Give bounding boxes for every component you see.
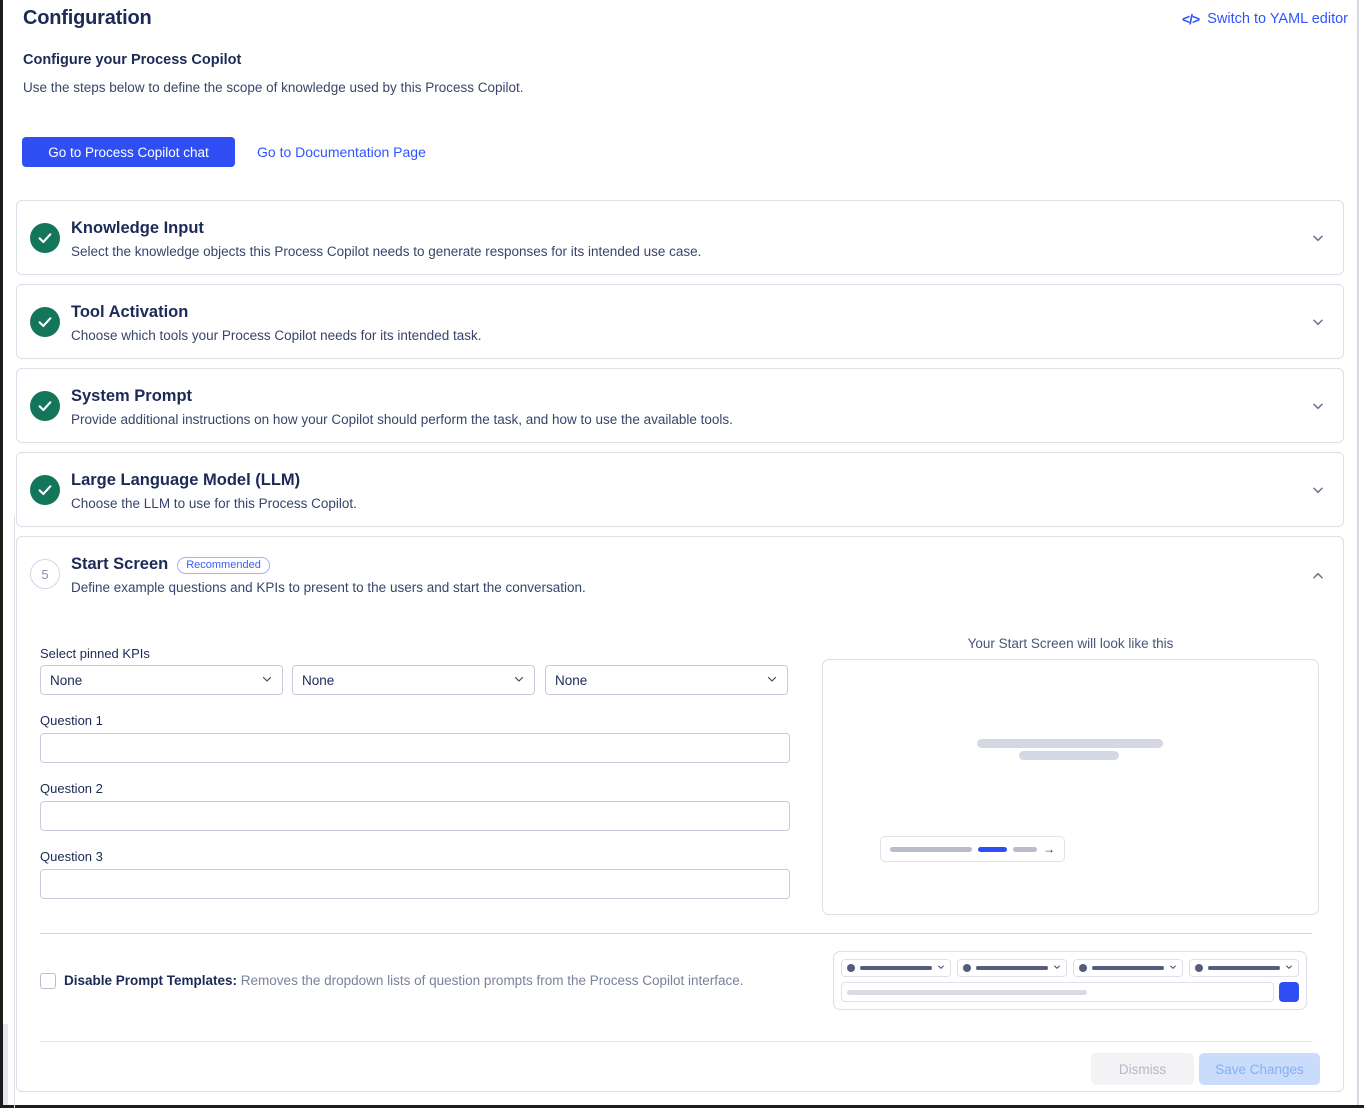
- skeleton-message-input: [841, 982, 1274, 1002]
- kpi-select-2[interactable]: None: [292, 665, 535, 695]
- skeleton-bar: [860, 966, 932, 970]
- skeleton-dropdown-2: [957, 959, 1067, 977]
- scrollbar-track[interactable]: [3, 1024, 8, 1108]
- step-status-complete-icon: [30, 475, 60, 505]
- skeleton-dot-icon: [963, 964, 971, 972]
- start-screen-preview: →: [822, 659, 1319, 915]
- skeleton-dropdown-3: [1073, 959, 1183, 977]
- kpi-select-3-value: None: [555, 672, 588, 688]
- skeleton-prompt-bar-highlight: [977, 846, 1008, 852]
- switch-to-yaml-editor-label: Switch to YAML editor: [1207, 11, 1348, 27]
- skeleton-prompt-bar-2: [1013, 846, 1037, 852]
- section-divider: [40, 933, 1312, 934]
- step-status-complete-icon: [30, 223, 60, 253]
- chevron-down-icon[interactable]: [1311, 231, 1325, 245]
- skeleton-title-bar: [977, 739, 1163, 748]
- step-title: Large Language Model (LLM): [71, 471, 301, 489]
- step-title: Start Screen Recommended: [71, 555, 270, 574]
- switch-to-yaml-editor-link[interactable]: </> Switch to YAML editor: [1182, 11, 1348, 27]
- step-number-badge: 5: [30, 559, 60, 589]
- skeleton-dot-icon: [1079, 964, 1087, 972]
- dismiss-button[interactable]: Dismiss: [1091, 1053, 1194, 1085]
- chevron-down-icon[interactable]: [1311, 399, 1325, 413]
- disable-prompt-templates-label: Disable Prompt Templates: Removes the dr…: [64, 973, 744, 988]
- code-brackets-icon: </>: [1181, 11, 1200, 27]
- kpi-select-2-value: None: [302, 672, 335, 688]
- go-to-documentation-page-link[interactable]: Go to Documentation Page: [257, 144, 426, 160]
- skeleton-dropdown-4: [1189, 959, 1299, 977]
- step-card-large-language-model[interactable]: Large Language Model (LLM) Choose the LL…: [16, 452, 1344, 527]
- recommended-badge: Recommended: [177, 557, 270, 574]
- chevron-down-icon: [513, 673, 525, 688]
- question-1-label: Question 1: [40, 713, 103, 728]
- prompt-templates-preview: [833, 951, 1307, 1010]
- save-changes-button[interactable]: Save Changes: [1199, 1053, 1320, 1085]
- skeleton-dropdown-1: [841, 959, 951, 977]
- intro-heading: Configure your Process Copilot: [23, 52, 242, 68]
- skeleton-subtitle-bar: [1019, 751, 1119, 760]
- skeleton-bar: [1208, 966, 1280, 970]
- skeleton-bar: [847, 989, 1087, 995]
- select-pinned-kpis-label: Select pinned KPIs: [40, 646, 150, 661]
- step-title: Tool Activation: [71, 303, 189, 321]
- prompt-templates-input-row: [841, 982, 1299, 1002]
- question-1-input[interactable]: [40, 733, 790, 763]
- page-title: Configuration: [23, 7, 152, 29]
- kpi-select-1-value: None: [50, 672, 83, 688]
- step-description: Choose which tools your Process Copilot …: [71, 328, 482, 343]
- step-title-label: Start Screen: [71, 555, 169, 573]
- chevron-down-icon: [1169, 963, 1177, 973]
- chevron-down-icon: [937, 963, 945, 973]
- chevron-down-icon: [1053, 963, 1061, 973]
- question-2-label: Question 2: [40, 781, 103, 796]
- kpi-select-3[interactable]: None: [545, 665, 788, 695]
- intro-description: Use the steps below to define the scope …: [23, 80, 524, 95]
- disable-prompt-templates-label-bold: Disable Prompt Templates:: [64, 973, 238, 988]
- step-card-knowledge-input[interactable]: Knowledge Input Select the knowledge obj…: [16, 200, 1344, 275]
- start-screen-preview-caption: Your Start Screen will look like this: [967, 636, 1174, 651]
- configuration-page: Configuration </> Switch to YAML editor …: [0, 0, 1364, 1108]
- skeleton-dot-icon: [1195, 964, 1203, 972]
- send-button-icon: [1279, 982, 1299, 1002]
- footer-divider: [40, 1041, 1312, 1042]
- chevron-down-icon: [1285, 963, 1293, 973]
- section-rail: [14, 516, 15, 1108]
- chevron-down-icon: [261, 673, 273, 688]
- disable-prompt-templates-checkbox[interactable]: [40, 973, 56, 989]
- question-3-input[interactable]: [40, 869, 790, 899]
- skeleton-bar: [1092, 966, 1164, 970]
- kpi-select-1[interactable]: None: [40, 665, 283, 695]
- chevron-up-icon[interactable]: [1311, 569, 1325, 583]
- arrow-right-icon: →: [1043, 842, 1055, 856]
- step-status-complete-icon: [30, 391, 60, 421]
- question-2-input[interactable]: [40, 801, 790, 831]
- go-to-process-copilot-chat-button[interactable]: Go to Process Copilot chat: [22, 137, 235, 167]
- chevron-down-icon[interactable]: [1311, 483, 1325, 497]
- chevron-down-icon: [766, 673, 778, 688]
- prompt-templates-dropdown-row: [841, 959, 1299, 977]
- window-right-edge: [1357, 0, 1359, 1108]
- step-title: System Prompt: [71, 387, 193, 405]
- preview-prompt-input: →: [880, 836, 1065, 862]
- step-status-complete-icon: [30, 307, 60, 337]
- step-description: Define example questions and KPIs to pre…: [71, 580, 586, 595]
- step-description: Provide additional instructions on how y…: [71, 412, 733, 427]
- skeleton-prompt-bar-1: [890, 846, 972, 852]
- chevron-down-icon[interactable]: [1311, 315, 1325, 329]
- step-title: Knowledge Input: [71, 219, 204, 237]
- disable-prompt-templates-label-rest: Removes the dropdown lists of question p…: [237, 973, 744, 988]
- step-card-tool-activation[interactable]: Tool Activation Choose which tools your …: [16, 284, 1344, 359]
- window-left-edge: [0, 0, 3, 1108]
- step-description: Select the knowledge objects this Proces…: [71, 244, 702, 259]
- step-description: Choose the LLM to use for this Process C…: [71, 496, 357, 511]
- step-card-system-prompt[interactable]: System Prompt Provide additional instruc…: [16, 368, 1344, 443]
- skeleton-dot-icon: [847, 964, 855, 972]
- skeleton-bar: [976, 966, 1048, 970]
- question-3-label: Question 3: [40, 849, 103, 864]
